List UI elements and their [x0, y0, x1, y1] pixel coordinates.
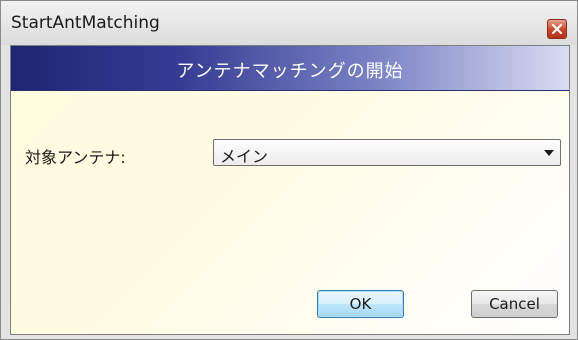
dialog-heading: アンテナマッチングの開始 — [176, 61, 404, 82]
window-title: StartAntMatching — [11, 13, 160, 33]
close-icon — [552, 24, 562, 34]
dialog-content: アンテナマッチングの開始 対象アンテナ: メイン OK Cancel — [10, 45, 570, 335]
cancel-button[interactable]: Cancel — [471, 290, 558, 318]
dialog-window: StartAntMatching アンテナマッチングの開始 対象アンテナ: メイ… — [0, 0, 578, 340]
target-antenna-select[interactable]: メイン — [213, 139, 561, 166]
close-button[interactable] — [547, 19, 567, 39]
ok-button[interactable]: OK — [317, 290, 404, 318]
title-bar[interactable]: StartAntMatching — [1, 1, 577, 45]
chevron-down-icon — [544, 150, 554, 156]
header-band: アンテナマッチングの開始 — [11, 46, 569, 91]
target-antenna-label: 対象アンテナ: — [25, 148, 126, 167]
target-antenna-value: メイン — [220, 147, 269, 166]
